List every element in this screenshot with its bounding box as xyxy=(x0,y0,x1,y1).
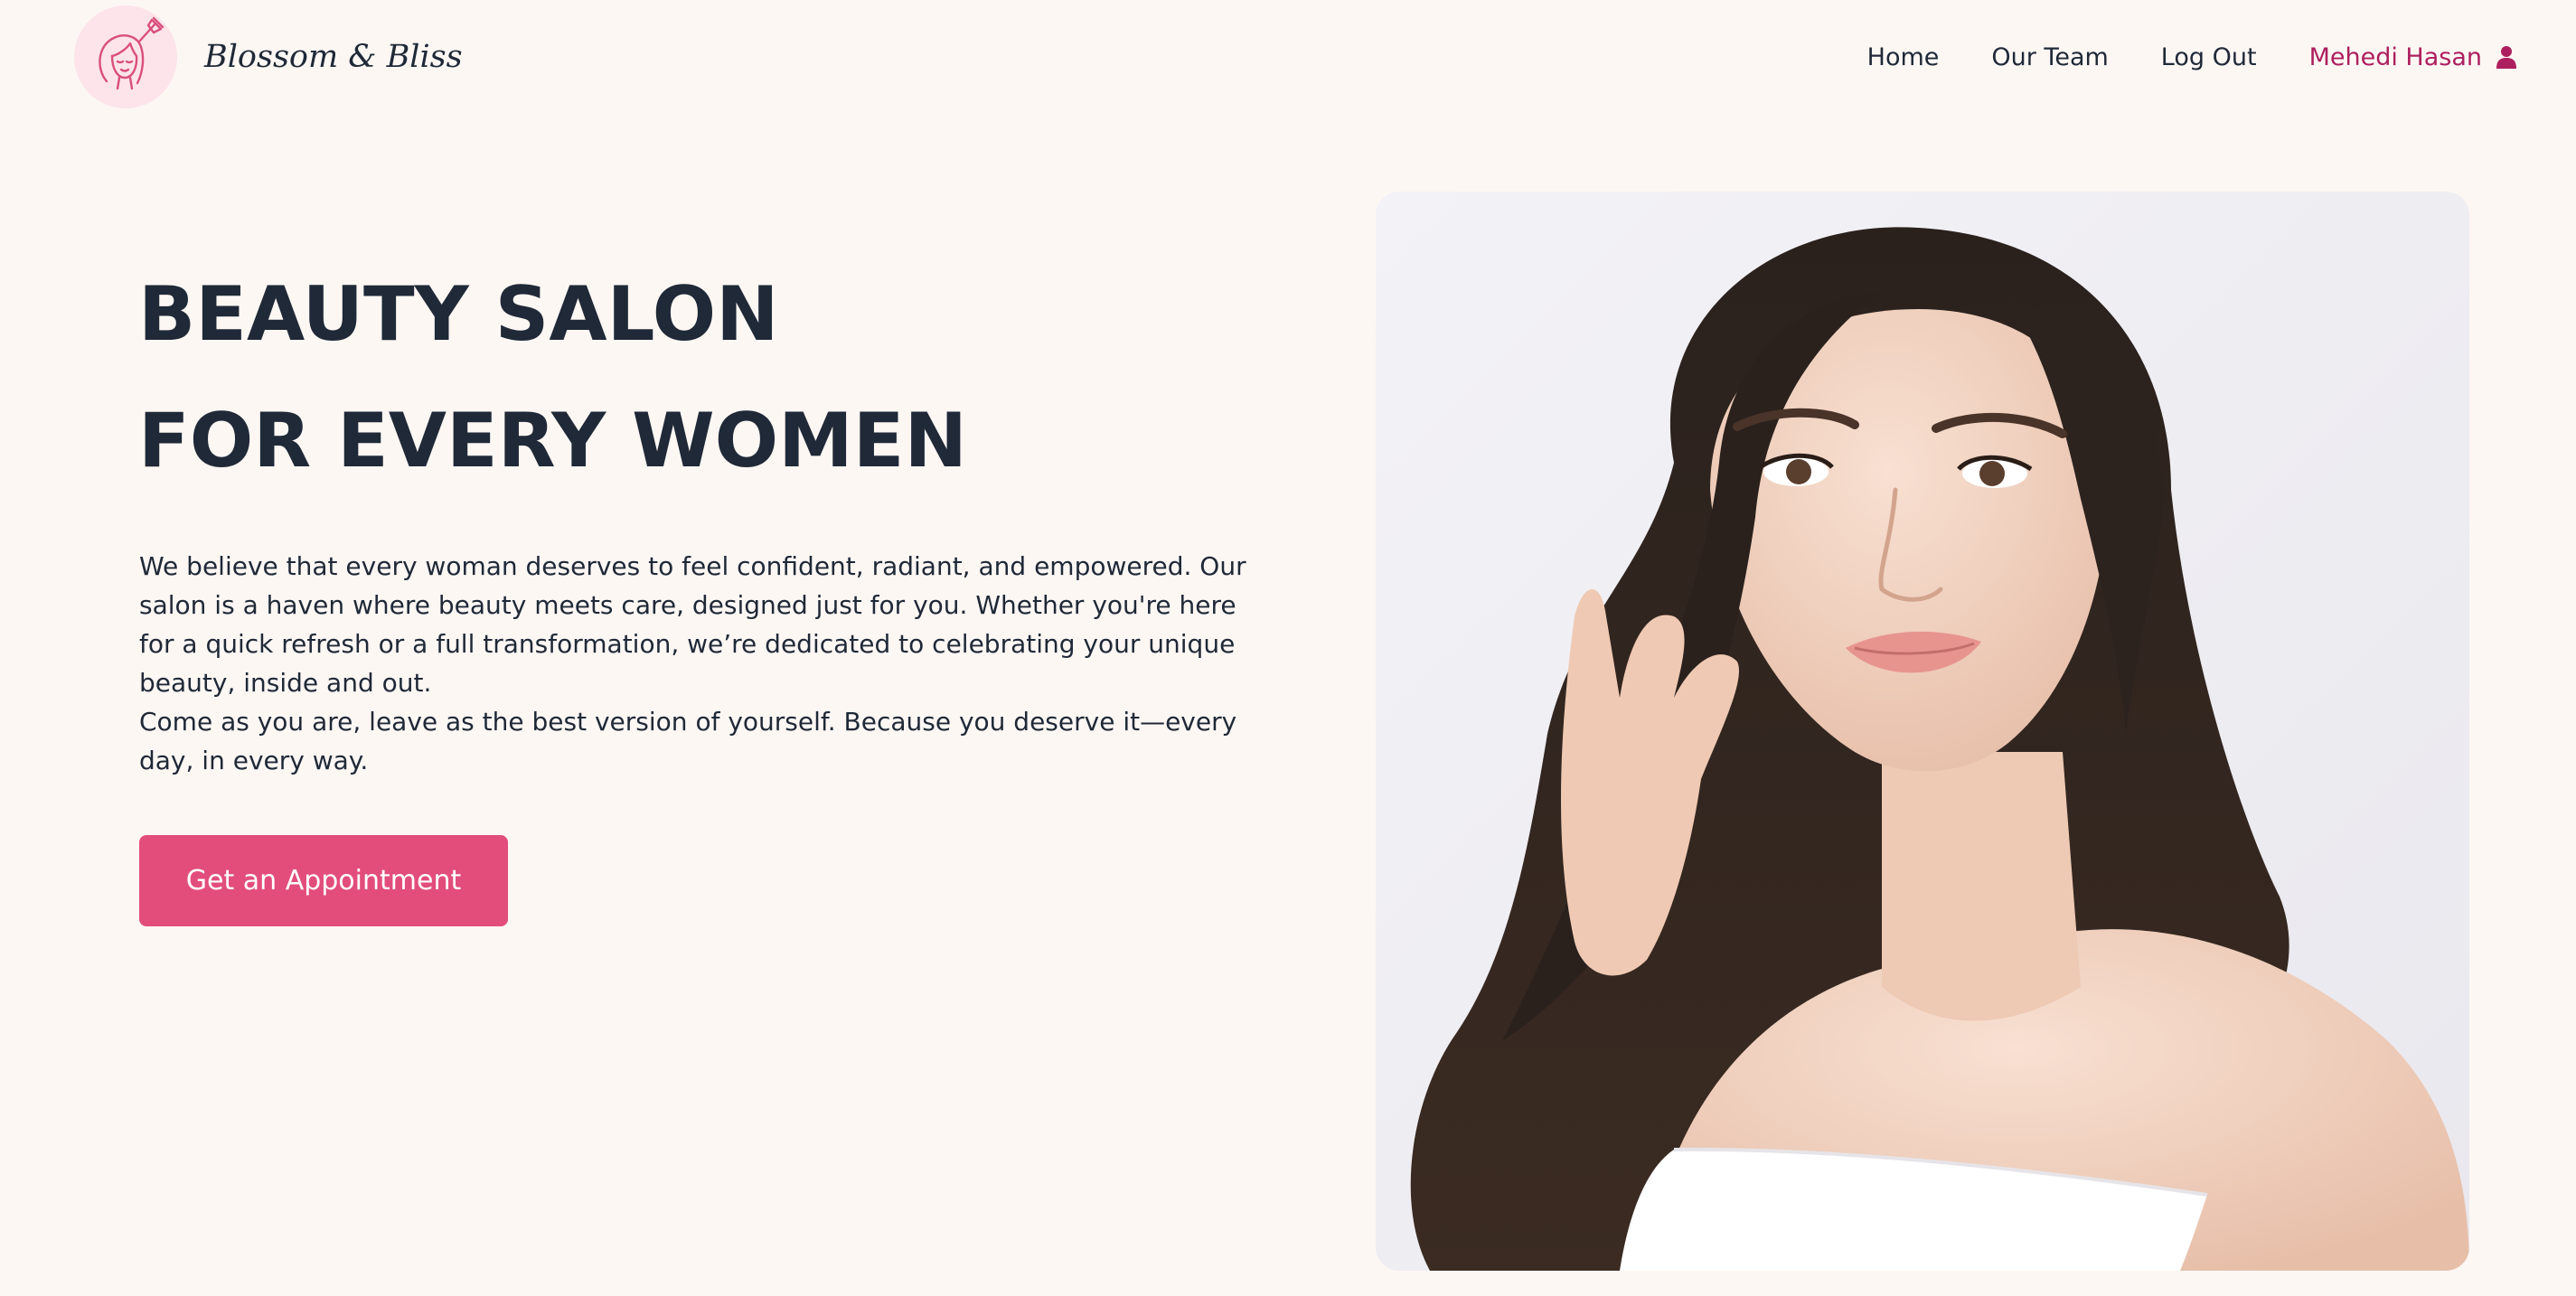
hero-title-line-1: BEAUTY SALON xyxy=(138,270,779,358)
hero-image xyxy=(1376,192,2469,1271)
user-name: Mehedi Hasan xyxy=(2308,42,2482,71)
hero-title-line-2: FOR EVERY WOMEN xyxy=(138,397,967,484)
hero-title: BEAUTY SALON FOR EVERY WOMEN xyxy=(138,251,967,504)
woman-portrait-illustration xyxy=(1376,192,2469,1271)
site-header: Blossom & Bliss Home Our Team Log Out Me… xyxy=(0,0,2576,114)
nav-user-profile[interactable]: Mehedi Hasan xyxy=(2309,43,2516,71)
main-nav: Home Our Team Log Out Mehedi Hasan xyxy=(1815,36,2516,78)
woman-face-brush-icon xyxy=(99,16,165,90)
nav-link-home[interactable]: Home xyxy=(1867,43,1940,71)
brand-name[interactable]: Blossom & Bliss xyxy=(204,33,463,81)
hero-description: We believe that every woman deserves to … xyxy=(139,547,1278,780)
get-appointment-button[interactable]: Get an Appointment xyxy=(139,835,508,926)
brand-logo[interactable] xyxy=(74,5,177,108)
hero-paragraph-2: Come as you are, leave as the best versi… xyxy=(139,707,1237,775)
user-icon xyxy=(2496,46,2516,69)
nav-link-our-team[interactable]: Our Team xyxy=(1991,43,2108,71)
nav-link-log-out[interactable]: Log Out xyxy=(2161,43,2257,71)
hero-paragraph-1: We believe that every woman deserves to … xyxy=(139,551,1246,698)
